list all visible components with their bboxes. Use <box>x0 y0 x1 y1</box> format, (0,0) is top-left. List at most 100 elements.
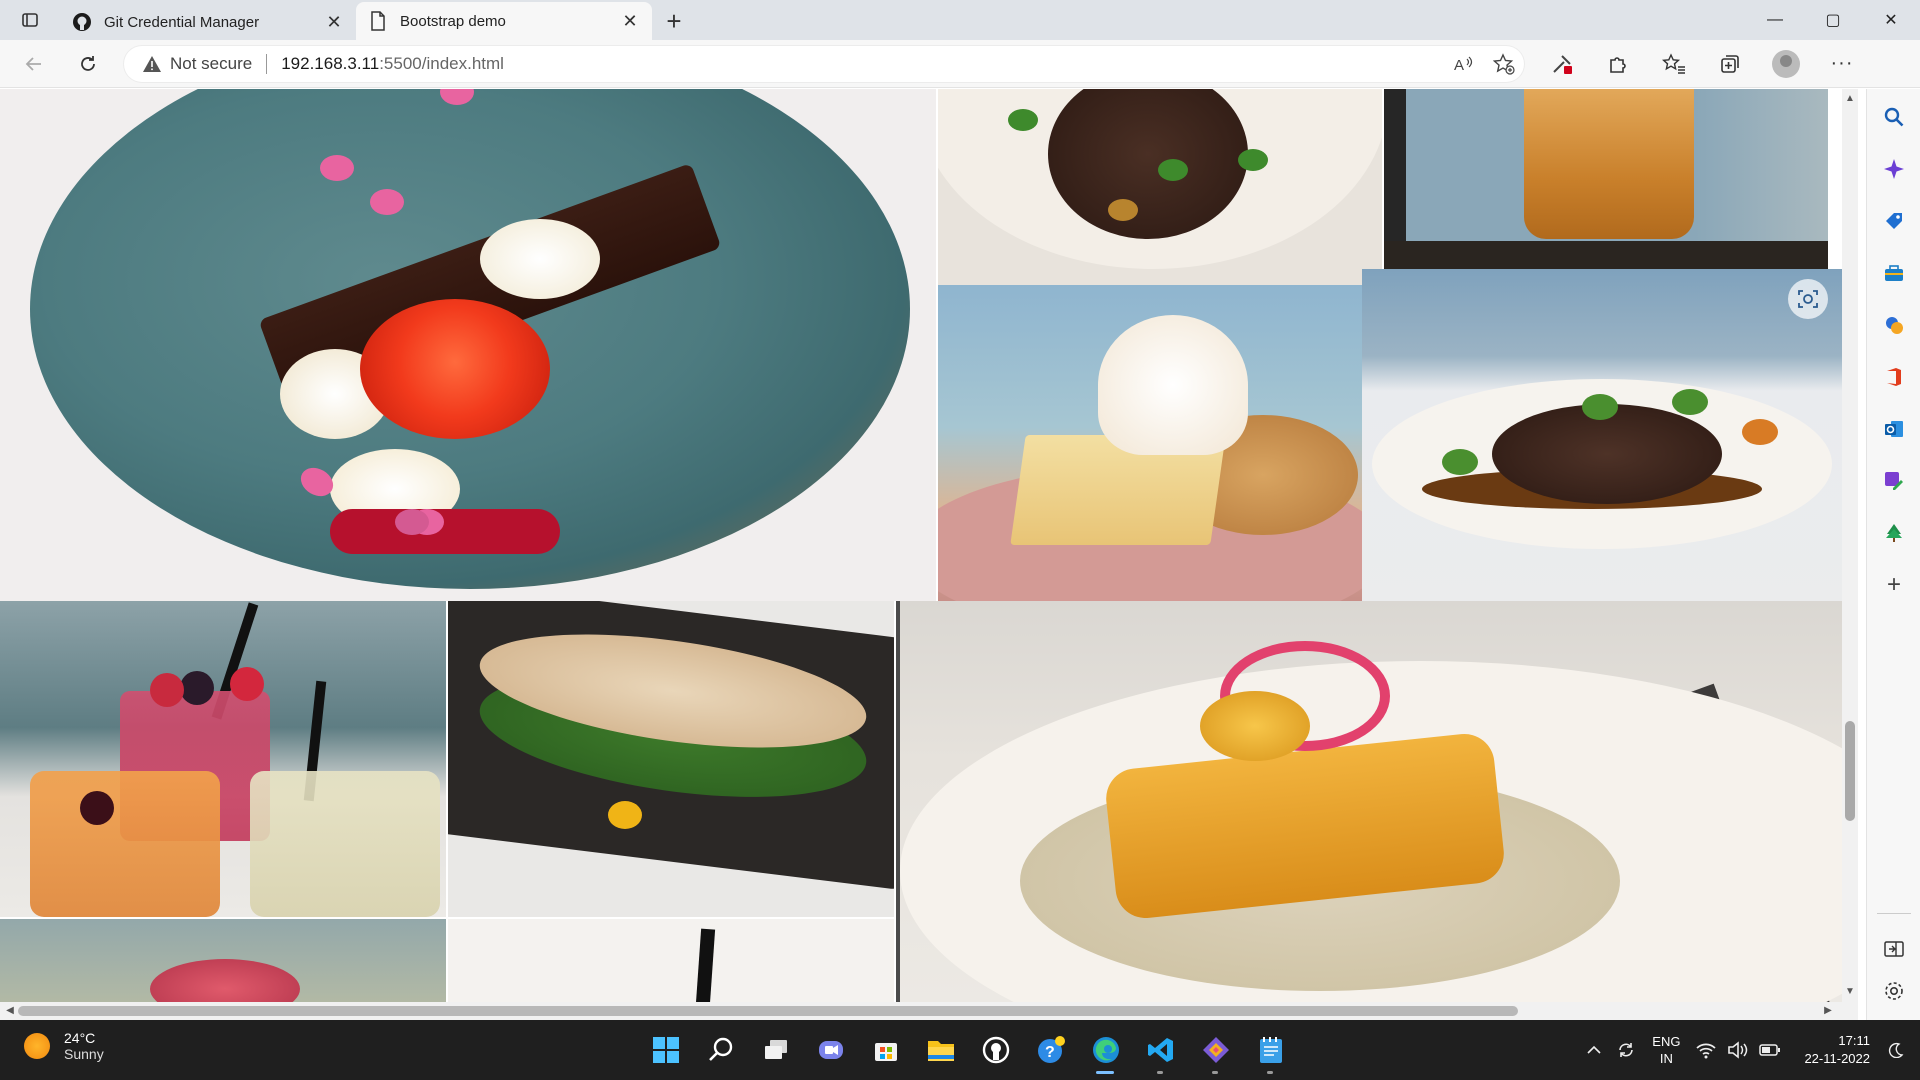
focus-moon-icon[interactable] <box>1880 1034 1912 1066</box>
toolbar-actions: ··· <box>1534 46 1870 82</box>
add-favorite-icon[interactable] <box>1484 46 1524 82</box>
gallery-image-whisky[interactable] <box>1384 89 1828 269</box>
wifi-icon[interactable] <box>1690 1034 1722 1066</box>
tag-icon <box>1886 213 1902 229</box>
sidebar-games-button[interactable] <box>1867 305 1920 345</box>
gallery-image-drink-straw[interactable] <box>448 919 894 1002</box>
tray-overflow-icon[interactable] <box>1578 1034 1610 1066</box>
more-menu-button[interactable]: ··· <box>1814 46 1870 82</box>
scroll-down-arrow-icon[interactable]: ▼ <box>1842 984 1858 1000</box>
horizontal-scrollbar[interactable]: ◀ ▶ <box>0 1002 1858 1020</box>
notepad-button[interactable] <box>1243 1028 1298 1074</box>
avatar <box>1772 49 1800 78</box>
sidebar-office-button[interactable] <box>1867 357 1920 397</box>
page-viewport <box>0 89 1842 1002</box>
gallery-image-dessert[interactable] <box>0 89 936 601</box>
split-screen-button[interactable] <box>1867 929 1920 969</box>
sidebar-settings-button[interactable] <box>1867 971 1920 1011</box>
settings-icon <box>1885 982 1903 1000</box>
close-window-button[interactable]: ✕ <box>1862 0 1920 40</box>
maximize-button[interactable]: ▢ <box>1804 0 1862 40</box>
weather-widget[interactable]: 24°C Sunny <box>24 1030 104 1062</box>
vertical-scrollbar[interactable]: ▲ ▼ <box>1842 89 1858 1002</box>
taskbar-apps: ? <box>638 1028 1298 1074</box>
github-desktop-icon <box>982 1036 1009 1064</box>
windows-logo-icon <box>652 1037 679 1063</box>
file-explorer-button[interactable] <box>913 1028 968 1072</box>
url-host[interactable]: 192.168.3.11 <box>281 54 379 74</box>
microsoft-store-button[interactable] <box>858 1028 913 1072</box>
vertical-scroll-thumb[interactable] <box>1845 721 1855 821</box>
sidebar-tree-button[interactable] <box>1867 513 1920 553</box>
refresh-button[interactable] <box>66 46 110 82</box>
copilot-icon <box>1884 159 1904 179</box>
gallery-image-steak-top[interactable] <box>938 89 1382 285</box>
clock-time: 17:11 <box>1838 1033 1870 1048</box>
taskbar-search-button[interactable] <box>693 1028 748 1072</box>
security-label[interactable]: Not secure <box>170 54 252 74</box>
vscode-button[interactable] <box>1133 1028 1188 1074</box>
gallery-image-cheesecake[interactable] <box>938 285 1362 601</box>
gallery-image-fish[interactable] <box>896 601 1842 1002</box>
scroll-left-arrow-icon[interactable]: ◀ <box>2 1002 18 1020</box>
language-indicator[interactable]: ENG IN <box>1652 1033 1680 1067</box>
extension-tool-icon[interactable] <box>1534 46 1590 82</box>
git-tool-button[interactable] <box>1188 1028 1243 1074</box>
start-button[interactable] <box>638 1028 693 1072</box>
teams-chat-button[interactable] <box>803 1028 858 1072</box>
tab-strip: Git Credential Manager ✕ Bootstrap demo … <box>0 0 1920 40</box>
toolbox-icon <box>1885 265 1903 281</box>
edge-sidebar: + <box>1866 89 1920 1020</box>
sync-icon[interactable] <box>1610 1034 1642 1066</box>
tab-bootstrap-demo[interactable]: Bootstrap demo ✕ <box>356 2 652 40</box>
gallery-image-steak[interactable] <box>1362 269 1842 617</box>
read-aloud-icon[interactable]: A <box>1444 46 1484 82</box>
profile-button[interactable] <box>1758 46 1814 82</box>
svg-text:A: A <box>1454 57 1464 73</box>
close-tab-icon[interactable]: ✕ <box>620 11 640 31</box>
horizontal-scroll-thumb[interactable] <box>18 1006 1518 1016</box>
favorites-icon[interactable] <box>1646 46 1702 82</box>
tab-git-credential-manager[interactable]: Git Credential Manager ✕ <box>60 4 356 40</box>
gallery-image-crab-salad[interactable] <box>448 601 894 917</box>
sidebar-outlook-button[interactable] <box>1867 409 1920 449</box>
collections-icon[interactable] <box>1702 46 1758 82</box>
sidebar-designer-button[interactable] <box>1867 461 1920 501</box>
gallery-image-lakeside-dish[interactable] <box>0 919 446 1002</box>
volume-icon[interactable] <box>1722 1034 1754 1066</box>
scroll-right-arrow-icon[interactable]: ▶ <box>1820 1002 1836 1020</box>
sidebar-search-button[interactable] <box>1867 97 1920 137</box>
weather-temp: 24°C <box>64 1030 96 1046</box>
add-icon: + <box>1886 571 1901 598</box>
new-tab-button[interactable]: + <box>652 2 696 40</box>
gallery-image-cocktails[interactable] <box>0 601 446 917</box>
clock-date: 22-11-2022 <box>1804 1051 1870 1066</box>
task-view-button[interactable] <box>748 1028 803 1072</box>
folder-icon <box>927 1041 954 1061</box>
edge-icon <box>1092 1037 1119 1063</box>
get-help-button[interactable]: ? <box>1023 1028 1078 1072</box>
warning-icon[interactable] <box>142 55 162 73</box>
sidebar-copilot-button[interactable] <box>1867 149 1920 189</box>
minimize-button[interactable]: — <box>1746 0 1804 40</box>
visual-search-button[interactable] <box>1788 279 1828 319</box>
address-bar[interactable]: Not secure 192.168.3.11:5500/index.html … <box>124 45 1524 82</box>
back-button[interactable] <box>12 46 56 82</box>
scroll-up-arrow-icon[interactable]: ▲ <box>1842 91 1858 107</box>
taskbar-clock[interactable]: 17:11 22-11-2022 <box>1804 1032 1870 1068</box>
tab-title: Bootstrap demo <box>400 12 506 30</box>
close-tab-icon[interactable]: ✕ <box>324 12 344 32</box>
weather-condition: Sunny <box>64 1046 104 1062</box>
tab-actions-icon <box>22 13 38 27</box>
sidebar-shopping-button[interactable] <box>1867 201 1920 241</box>
store-icon <box>874 1043 897 1061</box>
edge-browser-button[interactable] <box>1078 1028 1133 1074</box>
github-desktop-button[interactable] <box>968 1028 1023 1072</box>
url-path[interactable]: :5500/index.html <box>379 54 504 74</box>
sidebar-add-button[interactable]: + <box>1867 565 1920 605</box>
sidebar-tools-button[interactable] <box>1867 253 1920 293</box>
battery-icon[interactable] <box>1754 1034 1786 1066</box>
tab-actions-button[interactable] <box>0 0 60 40</box>
git-tool-icon <box>1202 1037 1229 1063</box>
extensions-icon[interactable] <box>1590 46 1646 82</box>
